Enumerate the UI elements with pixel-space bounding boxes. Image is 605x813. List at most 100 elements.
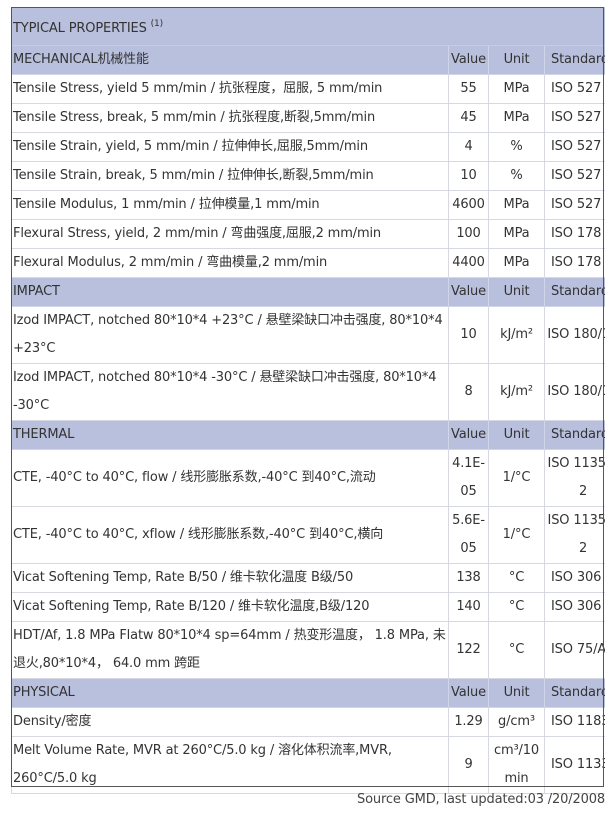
unit-cell: 1/°C <box>488 449 545 507</box>
section-header-thermal: THERMAL Value Unit Standard <box>11 420 605 450</box>
unit-cell: MPa <box>488 103 545 133</box>
property-cell: Izod IMPACT, notched 80*10*4 -30°C / 悬壁梁… <box>11 363 449 421</box>
unit-header: Unit <box>488 420 545 450</box>
unit-cell: °C <box>488 592 545 622</box>
standard-header: Standard <box>543 45 605 75</box>
unit-header: Unit <box>488 45 545 75</box>
value-cell: 45 <box>448 103 489 133</box>
value-cell: 9 <box>448 736 489 794</box>
table-row: Flexural Modulus, 2 mm/min / 弯曲模量,2 mm/m… <box>11 248 605 278</box>
section-name: THERMAL <box>11 420 449 450</box>
section-header-physical: PHYSICAL Value Unit Standard <box>11 678 605 708</box>
value-cell: 100 <box>448 219 489 249</box>
standard-cell: ISO 178 <box>543 248 605 278</box>
property-cell: Izod IMPACT, notched 80*10*4 +23°C / 悬壁梁… <box>11 306 449 364</box>
properties-sheet: TYPICAL PROPERTIES (1) MECHANICAL机械性能 Va… <box>11 7 605 794</box>
value-cell: 122 <box>448 621 489 679</box>
value-header: Value <box>448 420 489 450</box>
unit-cell: MPa <box>488 219 545 249</box>
standard-header: Standard <box>543 420 605 450</box>
standard-header: Standard <box>543 678 605 708</box>
table-row: Tensile Stress, yield 5 mm/min / 抗张程度，屈服… <box>11 74 605 104</box>
section-name: PHYSICAL <box>11 678 449 708</box>
value-cell: 55 <box>448 74 489 104</box>
section-name: MECHANICAL机械性能 <box>11 45 449 75</box>
table-row: Izod IMPACT, notched 80*10*4 -30°C / 悬壁梁… <box>11 363 605 421</box>
value-cell: 4 <box>448 132 489 162</box>
property-cell: Tensile Strain, yield, 5 mm/min / 拉伸伸长,屈… <box>11 132 449 162</box>
table-title: TYPICAL PROPERTIES (1) <box>11 7 605 46</box>
unit-cell: °C <box>488 621 545 679</box>
value-cell: 140 <box>448 592 489 622</box>
unit-cell: MPa <box>488 74 545 104</box>
table-row: Tensile Strain, yield, 5 mm/min / 拉伸伸长,屈… <box>11 132 605 162</box>
source-footer: Source GMD, last updated:03 /20/2008 <box>356 792 605 807</box>
unit-cell: MPa <box>488 190 545 220</box>
standard-cell: ISO 527 <box>543 190 605 220</box>
standard-cell: ISO 306 <box>543 592 605 622</box>
standard-cell: ISO 527 <box>543 74 605 104</box>
table-row: Vicat Softening Temp, Rate B/50 / 维卡软化温度… <box>11 563 605 593</box>
title-footnote: (1) <box>150 19 163 29</box>
section-header-impact: IMPACT Value Unit Standard <box>11 277 605 307</box>
property-cell: Flexural Stress, yield, 2 mm/min / 弯曲强度,… <box>11 219 449 249</box>
table-row: CTE, -40°C to 40°C, xflow / 线形膨胀系数,-40°C… <box>11 506 605 564</box>
standard-cell: ISO 11359-2 <box>543 506 605 564</box>
value-cell: 10 <box>448 306 489 364</box>
unit-header: Unit <box>488 678 545 708</box>
table-row: HDT/Af, 1.8 MPa Flatw 80*10*4 sp=64mm / … <box>11 621 605 679</box>
standard-cell: ISO 180/1A <box>543 363 605 421</box>
unit-cell: cm³/10 min <box>488 736 545 794</box>
table-row: Vicat Softening Temp, Rate B/120 / 维卡软化温… <box>11 592 605 622</box>
value-header: Value <box>448 277 489 307</box>
table-row: Tensile Stress, break, 5 mm/min / 抗张程度,断… <box>11 103 605 133</box>
value-cell: 8 <box>448 363 489 421</box>
property-cell: Vicat Softening Temp, Rate B/50 / 维卡软化温度… <box>11 563 449 593</box>
unit-cell: °C <box>488 563 545 593</box>
property-cell: Tensile Strain, break, 5 mm/min / 拉伸伸长,断… <box>11 161 449 191</box>
property-cell: CTE, -40°C to 40°C, flow / 线形膨胀系数,-40°C … <box>11 449 449 507</box>
unit-cell: MPa <box>488 248 545 278</box>
standard-cell: ISO 1133 <box>543 736 605 794</box>
value-cell: 4.1E-05 <box>448 449 489 507</box>
section-header-mechanical: MECHANICAL机械性能 Value Unit Standard <box>11 45 605 75</box>
standard-cell: ISO 178 <box>543 219 605 249</box>
standard-cell: ISO 75/Af <box>543 621 605 679</box>
value-cell: 4600 <box>448 190 489 220</box>
property-cell: Tensile Modulus, 1 mm/min / 拉伸模量,1 mm/mi… <box>11 190 449 220</box>
table-row: Tensile Strain, break, 5 mm/min / 拉伸伸长,断… <box>11 161 605 191</box>
standard-cell: ISO 180/1A <box>543 306 605 364</box>
table-row: Flexural Stress, yield, 2 mm/min / 弯曲强度,… <box>11 219 605 249</box>
table-row: CTE, -40°C to 40°C, flow / 线形膨胀系数,-40°C … <box>11 449 605 507</box>
unit-cell: kJ/m² <box>488 306 545 364</box>
value-cell: 4400 <box>448 248 489 278</box>
value-cell: 10 <box>448 161 489 191</box>
table-row: Melt Volume Rate, MVR at 260°C/5.0 kg / … <box>11 736 605 794</box>
table-title-row: TYPICAL PROPERTIES (1) <box>11 7 605 46</box>
value-cell: 138 <box>448 563 489 593</box>
table-row: Izod IMPACT, notched 80*10*4 +23°C / 悬壁梁… <box>11 306 605 364</box>
table-row: Tensile Modulus, 1 mm/min / 拉伸模量,1 mm/mi… <box>11 190 605 220</box>
standard-cell: ISO 306 <box>543 563 605 593</box>
section-name: IMPACT <box>11 277 449 307</box>
standard-header: Standard <box>543 277 605 307</box>
property-cell: Flexural Modulus, 2 mm/min / 弯曲模量,2 mm/m… <box>11 248 449 278</box>
unit-cell: % <box>488 132 545 162</box>
value-cell: 1.29 <box>448 707 489 737</box>
value-header: Value <box>448 678 489 708</box>
unit-header: Unit <box>488 277 545 307</box>
standard-cell: ISO 527 <box>543 103 605 133</box>
property-cell: Tensile Stress, yield 5 mm/min / 抗张程度，屈服… <box>11 74 449 104</box>
property-cell: HDT/Af, 1.8 MPa Flatw 80*10*4 sp=64mm / … <box>11 621 449 679</box>
standard-cell: ISO 527 <box>543 161 605 191</box>
standard-cell: ISO 1183 <box>543 707 605 737</box>
unit-cell: 1/°C <box>488 506 545 564</box>
property-cell: Density/密度 <box>11 707 449 737</box>
property-cell: Melt Volume Rate, MVR at 260°C/5.0 kg / … <box>11 736 449 794</box>
value-cell: 5.6E-05 <box>448 506 489 564</box>
property-cell: Vicat Softening Temp, Rate B/120 / 维卡软化温… <box>11 592 449 622</box>
value-header: Value <box>448 45 489 75</box>
property-cell: Tensile Stress, break, 5 mm/min / 抗张程度,断… <box>11 103 449 133</box>
unit-cell: g/cm³ <box>488 707 545 737</box>
unit-cell: kJ/m² <box>488 363 545 421</box>
